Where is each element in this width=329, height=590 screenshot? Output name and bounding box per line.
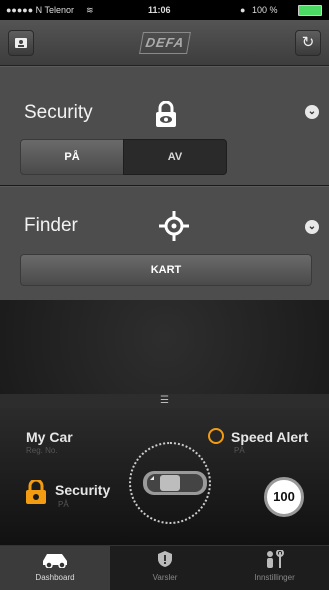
- speed-alert-label[interactable]: Speed Alert: [231, 429, 308, 445]
- my-car-sub: Reg. No.: [26, 446, 58, 455]
- tab-dashboard-label: Dashboard: [35, 573, 75, 582]
- security-title: Security: [24, 102, 93, 123]
- wifi-icon: ≋: [86, 5, 94, 15]
- speed-alert-sub: PÅ: [234, 446, 245, 455]
- tab-alerts[interactable]: Varsler: [110, 546, 220, 590]
- id-card-icon[interactable]: [8, 30, 34, 56]
- security-expand-chevron-icon[interactable]: ⌄: [305, 105, 319, 119]
- status-bar: ●●●●● N Telenor ≋ 11:06 ● 100 %: [0, 0, 329, 20]
- security-panel: Security ⌄ PÅ AV: [0, 66, 329, 185]
- car-icon: [0, 550, 110, 573]
- battery-label: 100 %: [252, 5, 278, 15]
- shield-icon: [110, 550, 220, 573]
- refresh-icon[interactable]: ↻: [295, 30, 321, 56]
- battery-icon: [298, 5, 322, 16]
- security-lock-icon: [26, 478, 46, 509]
- defa-logo: DEFA: [139, 32, 191, 54]
- lock-eye-icon: [155, 100, 177, 132]
- finder-panel: Finder ⌄ KART: [0, 186, 329, 301]
- carrier-label: ●●●●● N Telenor: [6, 5, 75, 15]
- security-status-label[interactable]: Security: [55, 482, 110, 498]
- top-bar: DEFA ↻: [0, 20, 329, 66]
- crosshair-icon: [159, 211, 189, 246]
- tab-settings[interactable]: Innstillinger: [220, 546, 329, 590]
- finder-expand-chevron-icon[interactable]: ⌄: [305, 220, 319, 234]
- tab-settings-label: Innstillinger: [254, 573, 295, 582]
- speed-limit-value: 100: [273, 489, 295, 504]
- speed-limit-sign[interactable]: 100: [264, 477, 304, 517]
- my-car-label[interactable]: My Car: [26, 429, 73, 445]
- security-toggle-off[interactable]: AV: [123, 139, 227, 175]
- car-status-panel: My Car Reg. No. Speed Alert PÅ Security …: [0, 408, 329, 545]
- time-label: 11:06: [148, 5, 171, 15]
- background-texture: [0, 300, 329, 394]
- tab-bar: Dashboard Varsler Innstillinger: [0, 545, 329, 590]
- finder-title: Finder: [24, 215, 78, 236]
- speedometer-icon: [208, 428, 224, 444]
- tab-alerts-label: Varsler: [152, 573, 178, 582]
- settings-icon: [220, 549, 329, 573]
- map-button[interactable]: KART: [20, 254, 312, 286]
- security-toggle-on[interactable]: PÅ: [20, 139, 124, 175]
- drag-handle[interactable]: ☰: [0, 394, 329, 408]
- tab-dashboard[interactable]: Dashboard: [0, 546, 110, 590]
- car-top-view-icon: [142, 468, 208, 503]
- security-status-sub: PÅ: [58, 500, 69, 509]
- alarm-icon: ●: [240, 5, 246, 15]
